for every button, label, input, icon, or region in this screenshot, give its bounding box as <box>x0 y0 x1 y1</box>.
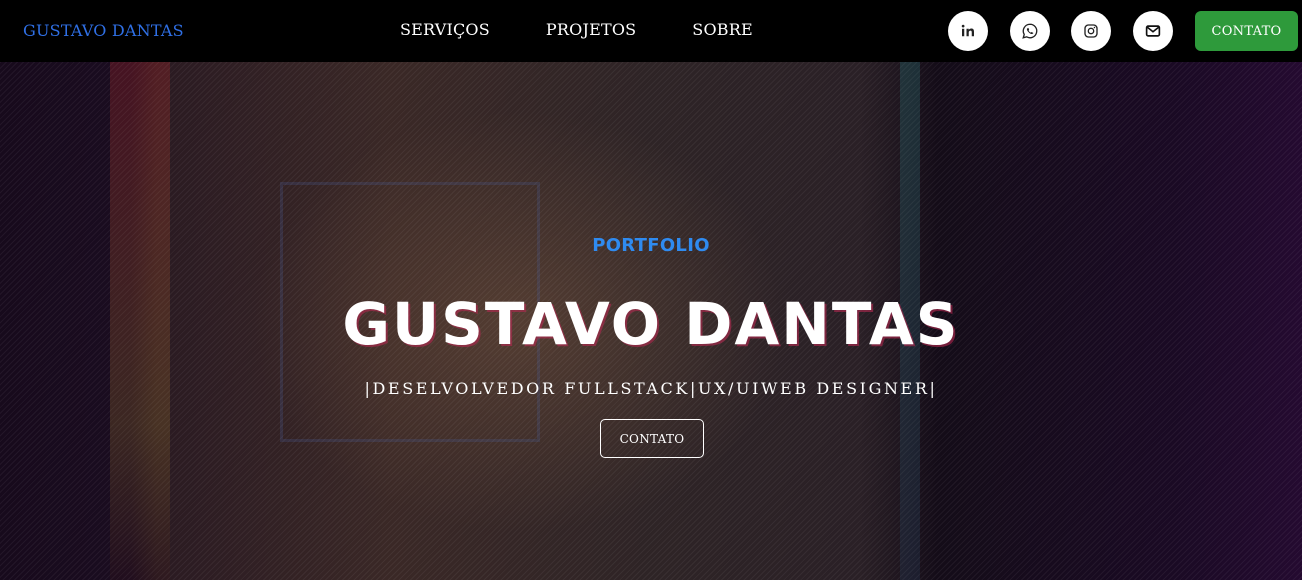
linkedin-button[interactable] <box>948 11 988 51</box>
mail-button[interactable] <box>1133 11 1173 51</box>
linkedin-icon <box>961 24 974 37</box>
brand-logo-text[interactable]: GUSTAVO DANTAS <box>23 21 184 40</box>
mail-icon <box>1145 25 1161 37</box>
hero-subtitle: |DESELVOLVEDOR FULLSTACK|UX/UIWEB DESIGN… <box>364 379 938 398</box>
nav-contact-button[interactable]: CONTATO <box>1195 11 1298 51</box>
nav-link-projetos[interactable]: PROJETOS <box>546 20 636 39</box>
whatsapp-button[interactable] <box>1010 11 1050 51</box>
hero-eyebrow: PORTFOLIO <box>592 235 710 256</box>
hero-contact-button[interactable]: CONTATO <box>600 419 704 458</box>
nav-links: SERVIÇOS PROJETOS SOBRE <box>400 20 809 39</box>
nav-link-servicos[interactable]: SERVIÇOS <box>400 20 490 39</box>
instagram-icon <box>1084 24 1098 38</box>
nav-link-sobre[interactable]: SOBRE <box>692 20 753 39</box>
whatsapp-icon <box>1022 23 1038 39</box>
instagram-button[interactable] <box>1071 11 1111 51</box>
hero-title: GUSTAVO DANTAS <box>342 290 960 358</box>
navbar: GUSTAVO DANTAS SERVIÇOS PROJETOS SOBRE C… <box>0 0 1302 62</box>
